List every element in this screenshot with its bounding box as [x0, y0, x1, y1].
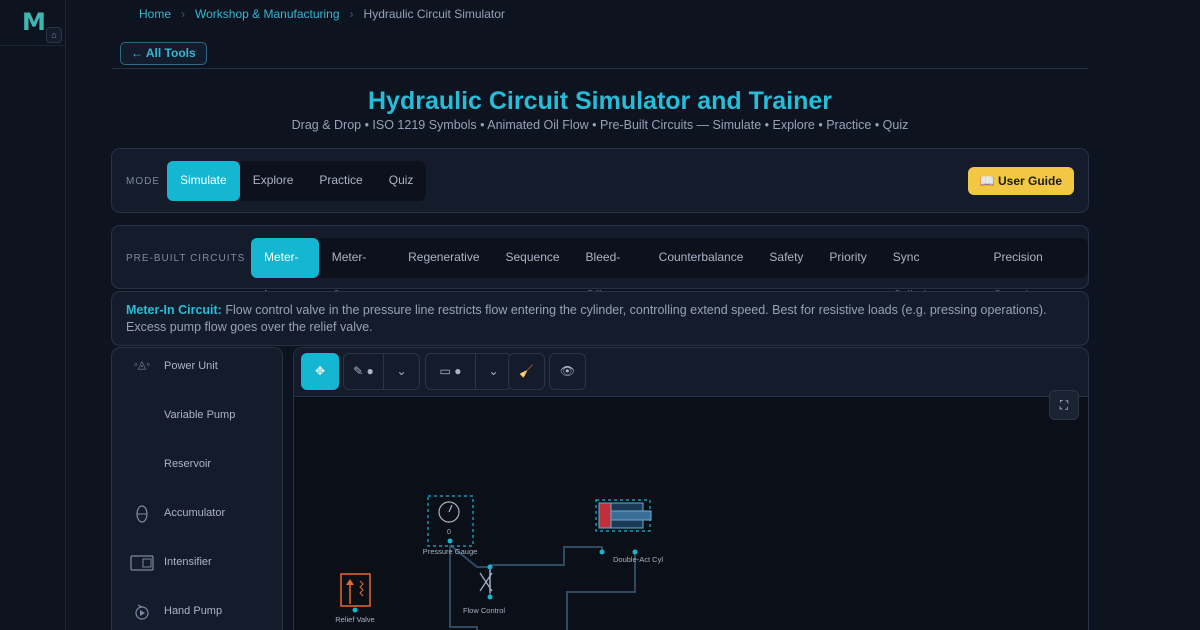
- gauge-value: 0: [447, 529, 451, 536]
- chevron-right-icon: ›: [181, 7, 186, 21]
- page-title: Hydraulic Circuit Simulator and Trainer: [367, 87, 832, 115]
- reservoir-icon: [129, 456, 155, 474]
- shape-options-chevron-down-icon[interactable]: ⌄: [475, 353, 512, 390]
- mode-label: MODE: [126, 176, 160, 187]
- view-toggle-button[interactable]: 👁: [549, 353, 586, 390]
- breadcrumb-current: Hydraulic Circuit Simulator: [363, 7, 505, 21]
- mode-explore[interactable]: Explore: [240, 161, 307, 201]
- mode-practice[interactable]: Practice: [306, 161, 375, 201]
- logo-letter: M: [22, 8, 46, 36]
- palette-item-accumulator[interactable]: Accumulator: [112, 495, 284, 535]
- circuit-bleed-off[interactable]: Bleed-Off: [573, 238, 646, 302]
- circuit-description-panel: Meter-In Circuit: Flow control valve in …: [111, 291, 1089, 346]
- circuit-counterbalance[interactable]: Counterbalance: [646, 238, 757, 278]
- palette-item-power-unit[interactable]: ◦◬◦ Power Unit: [112, 348, 284, 388]
- breadcrumb-home[interactable]: Home: [139, 7, 171, 21]
- palette-item-variable-pump[interactable]: Variable Pump: [112, 397, 284, 437]
- user-guide-button[interactable]: 📖 User Guide: [967, 167, 1074, 195]
- mode-selector: Simulate Explore Practice Quiz: [167, 161, 427, 201]
- pen-tool-button[interactable]: ✎ ●: [343, 353, 384, 390]
- chevron-right-icon: ›: [349, 7, 354, 21]
- component-palette: ◦◬◦ Power Unit Variable Pump Reservoir A…: [111, 347, 283, 630]
- circuits-panel: PRE-BUILT CIRCUITS Meter-In Meter-Out Re…: [111, 225, 1089, 302]
- divider: [112, 68, 1088, 69]
- hand-pump-icon: [129, 603, 155, 621]
- pen-options-chevron-down-icon[interactable]: ⌄: [383, 353, 420, 390]
- mode-quiz[interactable]: Quiz: [376, 161, 427, 201]
- circuit-priority[interactable]: Priority: [816, 238, 879, 278]
- relief-label: Relief Valve: [335, 615, 374, 624]
- circuit-sync-cylinders[interactable]: Sync Cylinders: [880, 238, 981, 302]
- palette-item-label: Variable Pump: [164, 409, 236, 421]
- shape-tool-button[interactable]: ▭ ●: [425, 353, 476, 390]
- variable-pump-icon: [129, 407, 155, 425]
- pipe: [449, 545, 478, 630]
- app-logo[interactable]: M ⌂: [0, 0, 66, 46]
- circuits-label: PRE-BUILT CIRCUITS: [126, 253, 246, 264]
- breadcrumb-category[interactable]: Workshop & Manufacturing: [195, 7, 340, 21]
- palette-item-hand-pump[interactable]: Hand Pump: [112, 593, 284, 630]
- page-subtitle: Drag & Drop • ISO 1219 Symbols • Animate…: [291, 118, 909, 132]
- eraser-tool-button[interactable]: 🧹: [508, 353, 545, 390]
- description-title: Meter-In Circuit:: [126, 303, 222, 317]
- flow-control-label: Flow Control: [463, 606, 505, 615]
- editor-toolbar: ✥ ✎ ● ⌄ ▭ ● ⌄ 🧹 👁: [294, 348, 1088, 397]
- power-unit-icon: ◦◬◦: [133, 359, 151, 371]
- move-tool-button[interactable]: ✥: [301, 353, 339, 390]
- accumulator-icon: [129, 505, 155, 523]
- palette-item-label: Intensifier: [164, 556, 212, 568]
- palette-item-label: Power Unit: [164, 360, 218, 372]
- circuit-canvas[interactable]: 0 Pressure Gauge Double-Act Cyl Flow Con…: [294, 397, 1088, 630]
- intensifier-icon: [129, 554, 155, 572]
- circuit-sequence[interactable]: Sequence: [493, 238, 573, 278]
- relief-valve[interactable]: Relief Valve: [335, 573, 375, 624]
- description-text: Flow control valve in the pressure line …: [126, 303, 1047, 334]
- circuit-precision-speed[interactable]: Precision Speed: [980, 238, 1088, 302]
- pipe: [490, 546, 603, 566]
- circuit-regenerative[interactable]: Regenerative: [395, 238, 492, 278]
- palette-item-label: Reservoir: [164, 458, 212, 470]
- palette-item-reservoir[interactable]: Reservoir: [112, 446, 284, 486]
- mode-panel: MODE Simulate Explore Practice Quiz 📖 Us…: [111, 148, 1089, 213]
- palette-item-intensifier[interactable]: Intensifier: [112, 544, 284, 584]
- breadcrumb: Home › Workshop & Manufacturing › Hydrau…: [139, 7, 505, 21]
- circuit-meter-in[interactable]: Meter-In: [251, 238, 319, 302]
- palette-item-label: Hand Pump: [164, 605, 223, 617]
- double-acting-cylinder[interactable]: Double-Act Cyl: [595, 499, 663, 564]
- flow-control-valve[interactable]: Flow Control: [463, 564, 505, 616]
- circuit-meter-out[interactable]: Meter-Out: [319, 238, 395, 302]
- circuit-description: Meter-In Circuit: Flow control valve in …: [126, 302, 1076, 336]
- home-icon[interactable]: ⌂: [46, 27, 62, 43]
- mode-simulate[interactable]: Simulate: [167, 161, 240, 201]
- circuit-selector: Meter-In Meter-Out Regenerative Sequence…: [251, 238, 1088, 302]
- all-tools-button[interactable]: ← All Tools: [120, 42, 207, 65]
- cylinder-label: Double-Act Cyl: [613, 555, 663, 564]
- circuit-safety[interactable]: Safety: [756, 238, 816, 278]
- pressure-gauge[interactable]: 0 Pressure Gauge: [423, 495, 478, 556]
- circuit-editor: ✥ ✎ ● ⌄ ▭ ● ⌄ 🧹 👁 0 Pressure Gauge Doubl…: [293, 347, 1089, 630]
- gauge-label: Pressure Gauge: [423, 547, 478, 556]
- palette-item-label: Accumulator: [164, 507, 226, 519]
- fullscreen-icon[interactable]: ⛶: [1049, 390, 1079, 420]
